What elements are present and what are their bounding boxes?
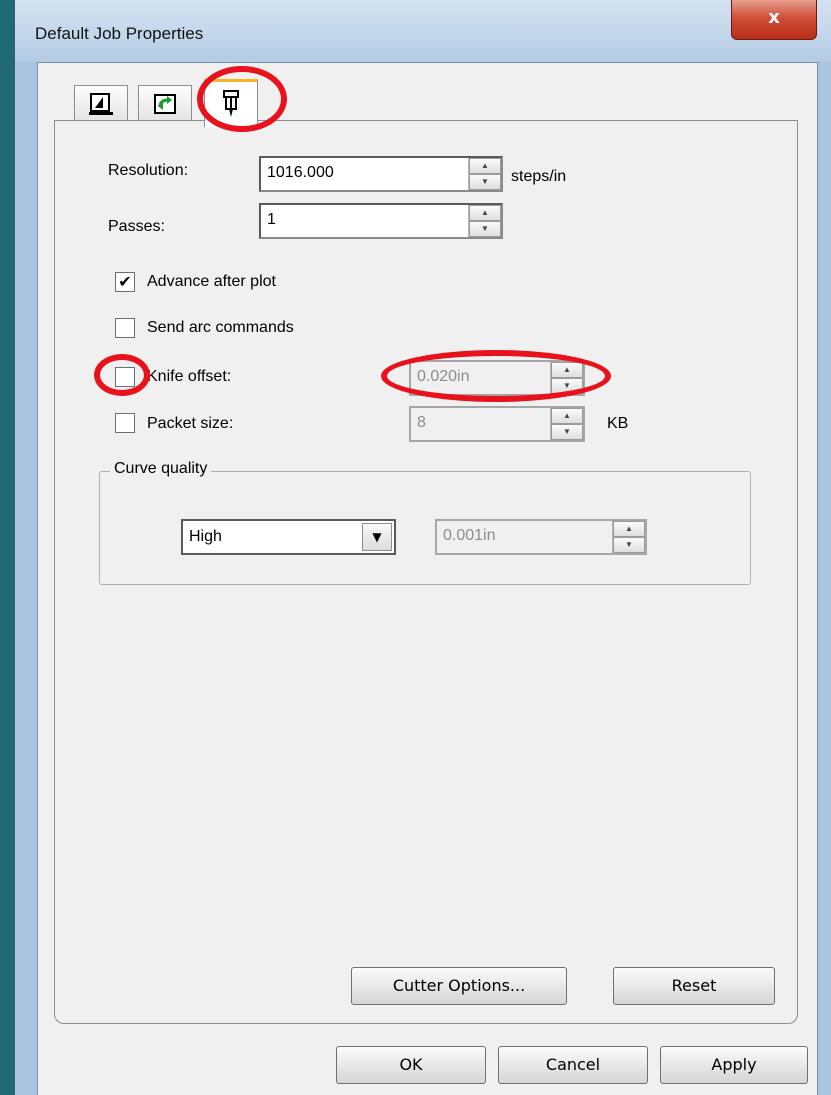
title-bar[interactable]: Default Job Properties x [15, 0, 831, 62]
dialog-client-area: Resolution: 1016.000 ▲ ▼ steps/in Passes… [37, 62, 818, 1095]
knife-offset-spin-arrows[interactable]: ▲ ▼ [550, 362, 583, 394]
apply-button[interactable]: Apply [660, 1046, 808, 1084]
spin-up-icon[interactable]: ▲ [551, 362, 583, 378]
passes-spin-arrows[interactable]: ▲ ▼ [468, 205, 501, 237]
tab-transform[interactable] [138, 85, 192, 121]
advance-after-plot-checkbox[interactable]: ✔ [115, 272, 135, 292]
curve-quality-selected: High [189, 528, 222, 545]
knife-offset-checkbox[interactable] [115, 367, 135, 387]
knife-offset-spinner[interactable]: 0.020in ▲ ▼ [409, 360, 585, 396]
cutter-options-button[interactable]: Cutter Options... [351, 967, 567, 1005]
curve-quality-spin-arrows[interactable]: ▲ ▼ [612, 521, 645, 553]
reset-button[interactable]: Reset [613, 967, 775, 1005]
passes-value[interactable]: 1 [267, 211, 276, 229]
window-title: Default Job Properties [35, 24, 204, 43]
resolution-unit: steps/in [511, 168, 567, 185]
cancel-button[interactable]: Cancel [498, 1046, 648, 1084]
send-arc-commands-label: Send arc commands [147, 319, 294, 336]
packet-size-label: Packet size: [147, 415, 234, 432]
spin-down-icon[interactable]: ▼ [551, 424, 583, 440]
page-setup-icon [89, 92, 113, 115]
passes-label: Passes: [108, 218, 165, 235]
dialog-window: Default Job Properties x Resolution: 101… [14, 0, 831, 1095]
spin-up-icon[interactable]: ▲ [551, 408, 583, 424]
packet-size-unit: KB [607, 415, 629, 432]
tab-strip [38, 73, 819, 127]
spin-down-icon[interactable]: ▼ [469, 221, 501, 237]
cutter-settings-panel: Resolution: 1016.000 ▲ ▼ steps/in Passes… [54, 120, 798, 1024]
cutter-knife-icon [223, 89, 239, 117]
curve-quality-spinner[interactable]: 0.001in ▲ ▼ [435, 519, 647, 555]
curve-quality-value[interactable]: 0.001in [443, 527, 496, 545]
resolution-spinner[interactable]: 1016.000 ▲ ▼ [259, 156, 503, 192]
passes-spinner[interactable]: 1 ▲ ▼ [259, 203, 503, 239]
spin-down-icon[interactable]: ▼ [551, 378, 583, 394]
tab-cutter[interactable] [204, 79, 258, 127]
packet-size-spin-arrows[interactable]: ▲ ▼ [550, 408, 583, 440]
resolution-spin-arrows[interactable]: ▲ ▼ [468, 158, 501, 190]
knife-offset-value[interactable]: 0.020in [417, 368, 470, 386]
close-icon: x [768, 7, 780, 28]
spin-down-icon[interactable]: ▼ [469, 174, 501, 190]
checkmark-icon: ✔ [118, 272, 132, 291]
packet-size-spinner[interactable]: 8 ▲ ▼ [409, 406, 585, 442]
curve-quality-select[interactable]: High ▼ [181, 519, 396, 555]
close-button[interactable]: x [731, 0, 817, 40]
spin-up-icon[interactable]: ▲ [613, 521, 645, 537]
packet-size-value[interactable]: 8 [417, 414, 426, 432]
tab-page-setup[interactable] [74, 85, 128, 121]
resolution-label: Resolution: [108, 162, 189, 179]
curve-quality-legend: Curve quality [110, 460, 212, 478]
send-arc-commands-checkbox[interactable] [115, 318, 135, 338]
spin-down-icon[interactable]: ▼ [613, 537, 645, 553]
advance-after-plot-label: Advance after plot [147, 273, 276, 290]
transform-icon [154, 93, 176, 114]
spin-up-icon[interactable]: ▲ [469, 205, 501, 221]
ok-button[interactable]: OK [336, 1046, 486, 1084]
spin-up-icon[interactable]: ▲ [469, 158, 501, 174]
knife-offset-label: Knife offset: [147, 368, 232, 385]
chevron-down-icon[interactable]: ▼ [362, 523, 392, 551]
packet-size-checkbox[interactable] [115, 413, 135, 433]
resolution-value[interactable]: 1016.000 [267, 164, 334, 182]
